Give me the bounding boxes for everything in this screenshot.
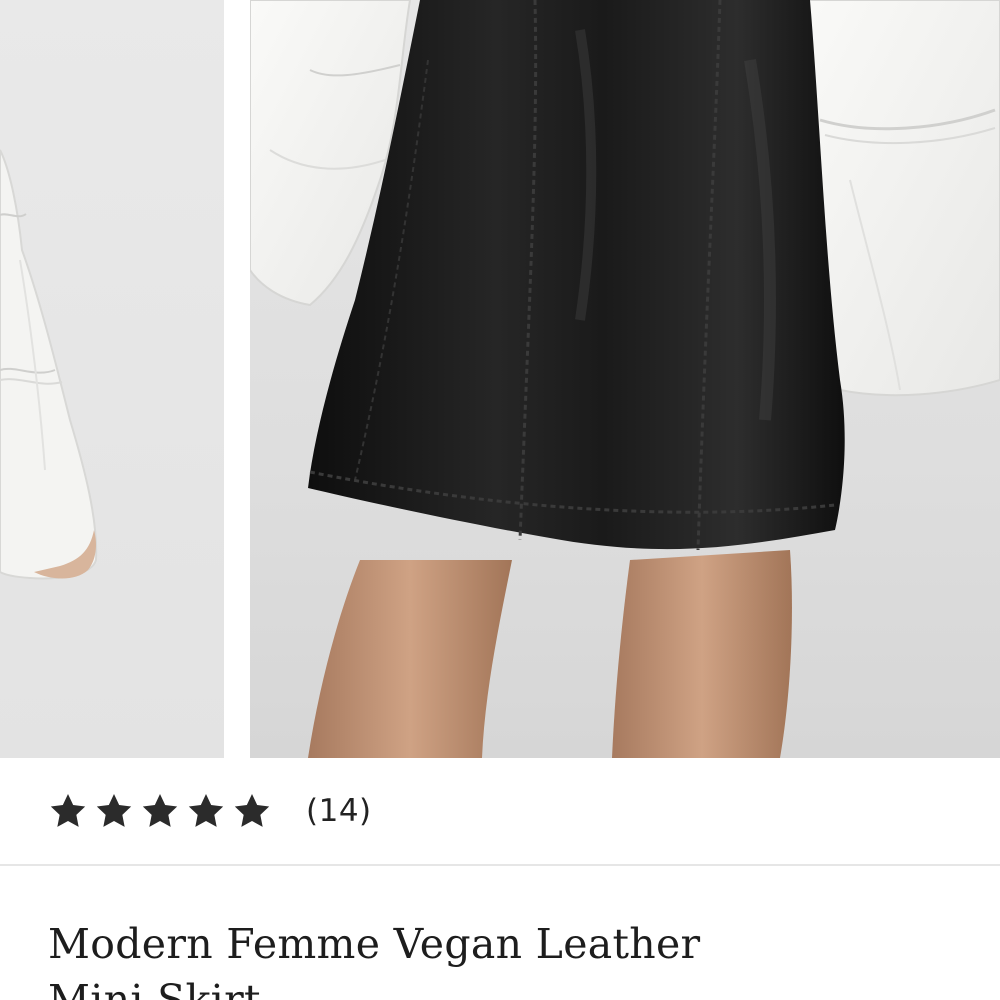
product-photo-back[interactable] xyxy=(0,0,224,758)
divider xyxy=(0,864,1000,866)
skirt-illustration xyxy=(250,0,1000,758)
star-icon xyxy=(232,791,272,831)
star-icon xyxy=(186,791,226,831)
star-icon xyxy=(48,791,88,831)
star-rating xyxy=(48,791,272,831)
star-icon xyxy=(140,791,180,831)
product-image-carousel[interactable] xyxy=(0,0,1000,758)
product-title: Modern Femme Vegan Leather Mini Skirt xyxy=(48,920,701,1000)
review-count[interactable]: (14) xyxy=(306,793,372,829)
rating-summary[interactable]: (14) xyxy=(0,758,1000,864)
blouse-sleeve-illustration xyxy=(0,149,98,580)
product-photo-front[interactable] xyxy=(250,0,1000,758)
star-icon xyxy=(94,791,134,831)
product-detail-page: (14) Modern Femme Vegan Leather Mini Ski… xyxy=(0,0,1000,1000)
